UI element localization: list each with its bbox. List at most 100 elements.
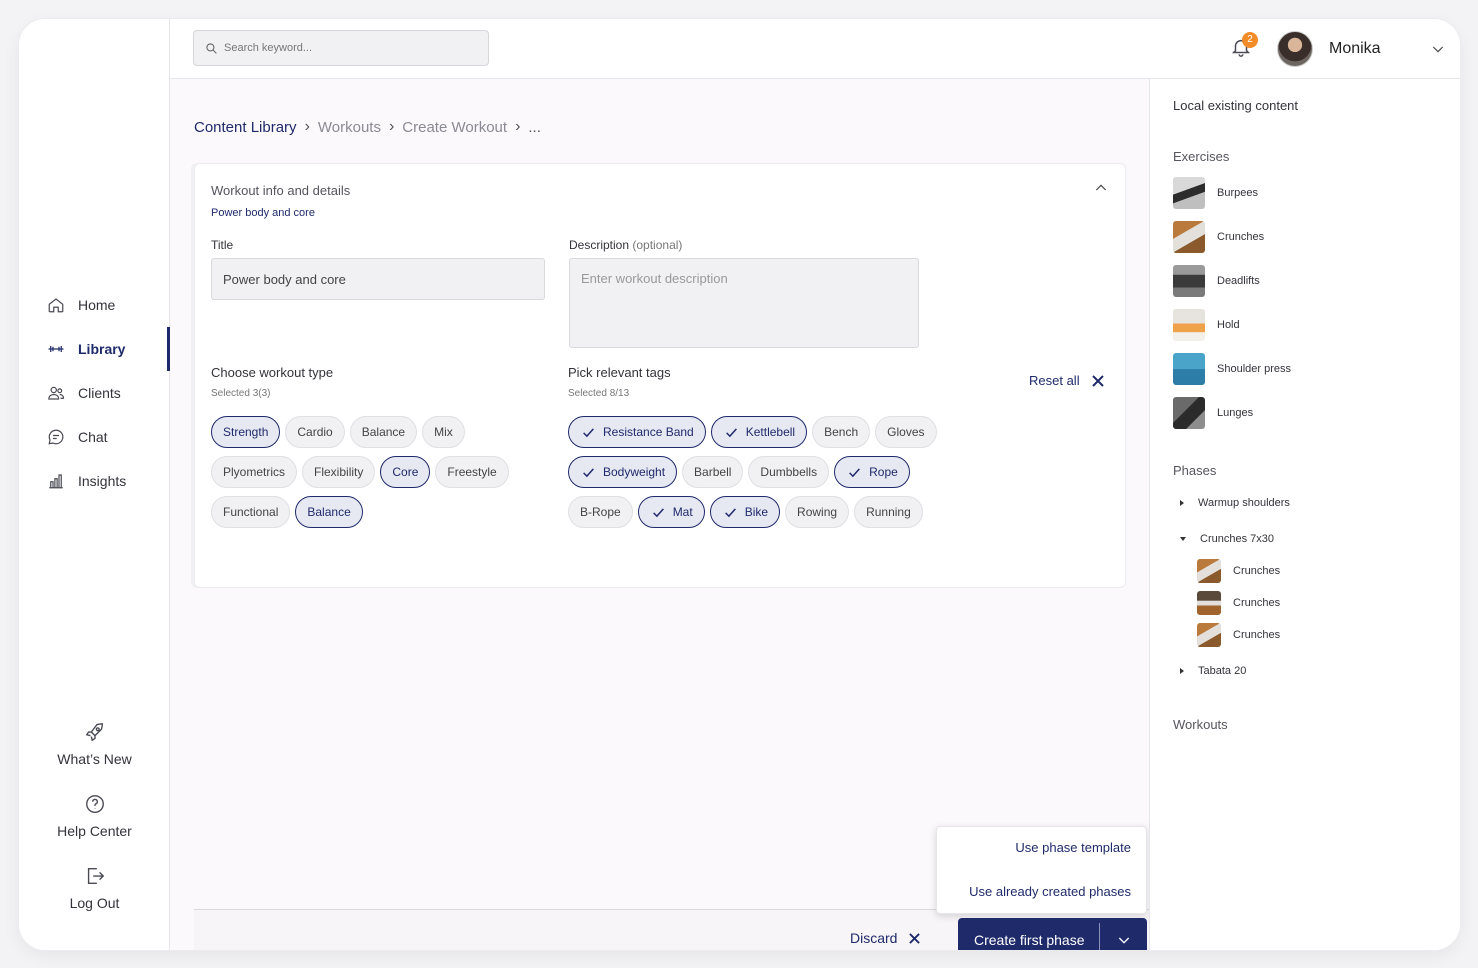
nav-item-clients[interactable]: Clients: [47, 381, 121, 405]
check-icon: [724, 507, 736, 517]
exercise-thumbnail: [1173, 397, 1205, 429]
username[interactable]: Monika: [1329, 40, 1381, 58]
exercise-item[interactable]: Lunges: [1173, 397, 1253, 429]
nav-item-chat[interactable]: Chat: [47, 425, 108, 449]
exercise-thumbnail: [1197, 591, 1221, 615]
breadcrumb-workouts[interactable]: Workouts: [318, 119, 381, 136]
create-first-phase-button[interactable]: Create first phase: [958, 918, 1147, 950]
tag-chip[interactable]: Dumbbells: [748, 456, 830, 488]
tag-chip[interactable]: Resistance Band: [568, 416, 706, 448]
chip-label: Bodyweight: [603, 465, 666, 479]
search-input[interactable]: [224, 42, 474, 54]
workout-type-chip[interactable]: Freestyle: [435, 456, 509, 488]
exercise-item[interactable]: Shoulder press: [1173, 353, 1291, 385]
breadcrumb-more[interactable]: ...: [528, 119, 541, 136]
exercise-item[interactable]: Burpees: [1173, 177, 1258, 209]
description-optional: (optional): [632, 238, 683, 252]
workout-type-chip[interactable]: Plyometrics: [211, 456, 298, 488]
nav-item-insights[interactable]: Insights: [47, 469, 126, 493]
caret-right-icon: [1180, 668, 1184, 674]
nav-label: Insights: [78, 473, 127, 489]
workouts-section-label: Workouts: [1173, 717, 1228, 732]
nav-item-home[interactable]: Home: [47, 293, 115, 317]
workout-type-chip[interactable]: Functional: [211, 496, 291, 528]
tag-chip[interactable]: B-Rope: [568, 496, 633, 528]
tag-chip[interactable]: Bike: [709, 496, 781, 528]
workout-type-chip[interactable]: Cardio: [285, 416, 345, 448]
chart-icon: [49, 474, 63, 489]
nav-item-library[interactable]: Library: [47, 337, 125, 361]
tag-chip[interactable]: Rowing: [785, 496, 850, 528]
exercise-item[interactable]: Hold: [1173, 309, 1240, 341]
menu-item-created-phases[interactable]: Use already created phases: [969, 884, 1131, 899]
workout-type-chip[interactable]: Balance: [349, 416, 418, 448]
nav-label: Home: [78, 297, 116, 313]
chevron-right-icon: ›: [388, 118, 395, 135]
phases-section-label: Phases: [1173, 463, 1217, 478]
nav-label: Clients: [78, 385, 121, 401]
exercise-thumbnail: [1173, 309, 1205, 341]
exercise-thumbnail: [1197, 623, 1221, 647]
chip-label: Balance: [307, 505, 351, 519]
breadcrumb: Content Library › Workouts › Create Work…: [194, 118, 541, 136]
chip-label: Plyometrics: [223, 465, 286, 479]
chip-label: Bench: [824, 425, 859, 439]
card-title: Workout info and details: [211, 183, 351, 198]
tag-chip[interactable]: Kettlebell: [710, 416, 808, 448]
help-center-button[interactable]: Help Center: [19, 793, 170, 839]
tag-chip[interactable]: Gloves: [875, 416, 937, 448]
chip-label: Balance: [361, 425, 406, 439]
whats-new-button[interactable]: What’s New: [19, 721, 170, 767]
tag-chip[interactable]: Bench: [812, 416, 871, 448]
tag-chip[interactable]: Rope: [834, 456, 910, 488]
chip-label: Cardio: [297, 425, 333, 439]
exercise-name: Hold: [1217, 319, 1240, 331]
workout-type-count: Selected 3(3): [211, 388, 271, 399]
menu-item-phase-template[interactable]: Use phase template: [1015, 840, 1131, 855]
workout-type-chip[interactable]: Core: [380, 456, 431, 488]
tag-chip[interactable]: Running: [854, 496, 923, 528]
reset-all-button[interactable]: Reset all: [1029, 373, 1104, 388]
discard-button[interactable]: Discard: [850, 930, 921, 946]
phase-exercise-item[interactable]: Crunches: [1197, 559, 1280, 583]
search-box[interactable]: [193, 30, 489, 66]
exercise-item[interactable]: Deadlifts: [1173, 265, 1260, 297]
tag-chip[interactable]: Barbell: [682, 456, 744, 488]
exercise-thumbnail: [1197, 559, 1221, 583]
workout-type-chip[interactable]: Balance: [295, 496, 363, 528]
logout-button[interactable]: Log Out: [19, 865, 170, 911]
collapse-button[interactable]: [1093, 180, 1109, 201]
panel-title: Local existing content: [1173, 98, 1299, 113]
chevron-right-icon: ›: [515, 118, 521, 135]
notifications-button[interactable]: 2: [1230, 32, 1258, 62]
breadcrumb-content-library[interactable]: Content Library: [194, 119, 297, 136]
close-icon: [1091, 374, 1104, 387]
chip-label: Mat: [672, 505, 693, 519]
title-field[interactable]: [211, 258, 545, 300]
workout-type-chip[interactable]: Strength: [211, 416, 281, 448]
description-field[interactable]: [569, 258, 919, 348]
tag-chip[interactable]: Mat: [637, 496, 705, 528]
tag-chip[interactable]: Bodyweight: [568, 456, 678, 488]
check-icon: [849, 467, 861, 477]
avatar[interactable]: [1277, 31, 1313, 67]
caret-right-icon: [1180, 500, 1184, 506]
phase-name: Warmup shoulders: [1198, 497, 1290, 509]
user-menu-toggle[interactable]: [1430, 41, 1446, 62]
exercise-item[interactable]: Crunches: [1173, 221, 1264, 253]
phase-exercise-item[interactable]: Crunches: [1197, 623, 1280, 647]
phase-item[interactable]: Tabata 20: [1180, 665, 1246, 677]
app-window: Home Library Clients Chat Insights What’…: [19, 19, 1460, 950]
exercise-thumbnail: [1173, 221, 1205, 253]
whats-new-label: What’s New: [57, 751, 132, 767]
check-icon: [652, 507, 664, 517]
breadcrumb-create-workout[interactable]: Create Workout: [402, 119, 507, 136]
create-first-phase-label: Create first phase: [974, 932, 1085, 948]
workout-type-chip[interactable]: Mix: [422, 416, 465, 448]
workout-type-chip[interactable]: Flexibility: [302, 456, 376, 488]
exercise-name: Crunches: [1233, 565, 1281, 577]
phase-item[interactable]: Warmup shoulders: [1180, 497, 1290, 509]
phase-item[interactable]: Crunches 7x30: [1180, 533, 1274, 545]
phase-exercise-item[interactable]: Crunches: [1197, 591, 1280, 615]
phase-menu-toggle[interactable]: [1100, 932, 1147, 948]
